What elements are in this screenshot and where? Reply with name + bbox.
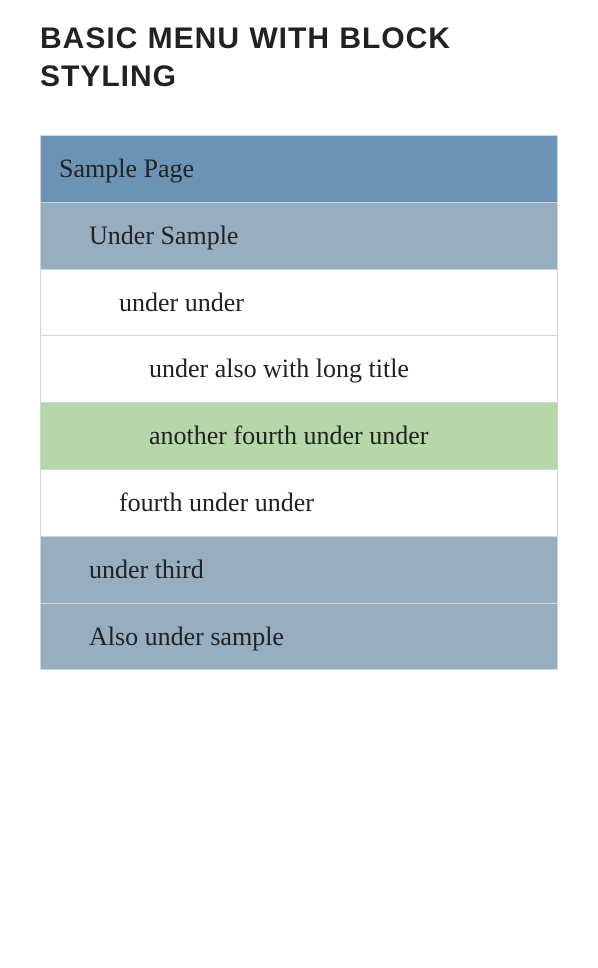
menu-container: Sample Page Under Sample under under und…	[40, 135, 558, 670]
menu-item-under-under[interactable]: under under	[41, 270, 557, 337]
menu-item-another-fourth[interactable]: another fourth under under	[41, 403, 557, 470]
menu-item-also-under-sample[interactable]: Also under sample	[41, 604, 557, 670]
menu-item-under-also-long-title[interactable]: under also with long title	[41, 336, 557, 403]
menu-item-under-sample[interactable]: Under Sample	[41, 203, 557, 270]
menu-item-sample-page[interactable]: Sample Page	[41, 136, 557, 203]
menu-item-fourth-under-under[interactable]: fourth under under	[41, 470, 557, 537]
menu-item-under-third[interactable]: under third	[41, 537, 557, 604]
widget-heading: BASIC MENU WITH BLOCK STYLING	[40, 20, 558, 95]
